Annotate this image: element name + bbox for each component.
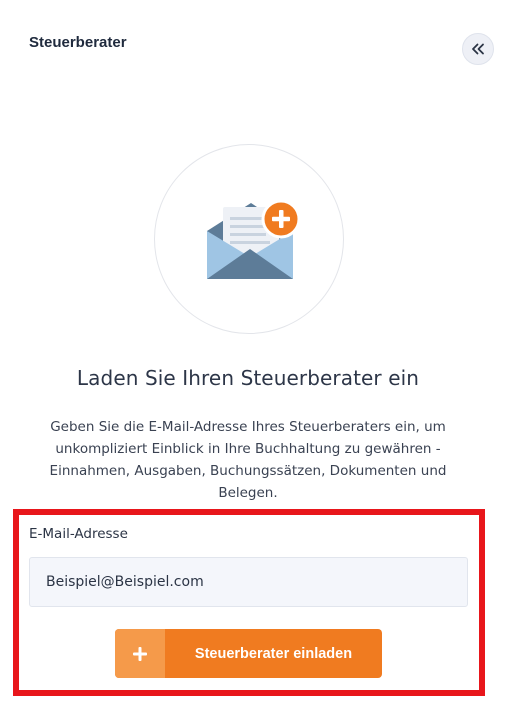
page-heading: Laden Sie Ihren Steuerberater ein xyxy=(76,366,420,390)
collapse-panel-button[interactable] xyxy=(462,33,494,65)
illustration xyxy=(154,144,344,334)
envelope-plus-icon xyxy=(207,199,301,279)
invite-button-label: Steuerberater einladen xyxy=(194,645,353,662)
invite-tax-advisor-button[interactable]: Steuerberater einladen xyxy=(115,629,382,678)
description-text: Geben Sie die E-Mail-Adresse Ihres Steue… xyxy=(49,419,447,501)
double-chevron-left-icon xyxy=(471,40,485,59)
panel-title: Steuerberater xyxy=(29,34,127,51)
plus-icon xyxy=(115,629,165,678)
email-field[interactable] xyxy=(29,557,468,607)
email-field-label: E-Mail-Adresse xyxy=(29,526,128,542)
